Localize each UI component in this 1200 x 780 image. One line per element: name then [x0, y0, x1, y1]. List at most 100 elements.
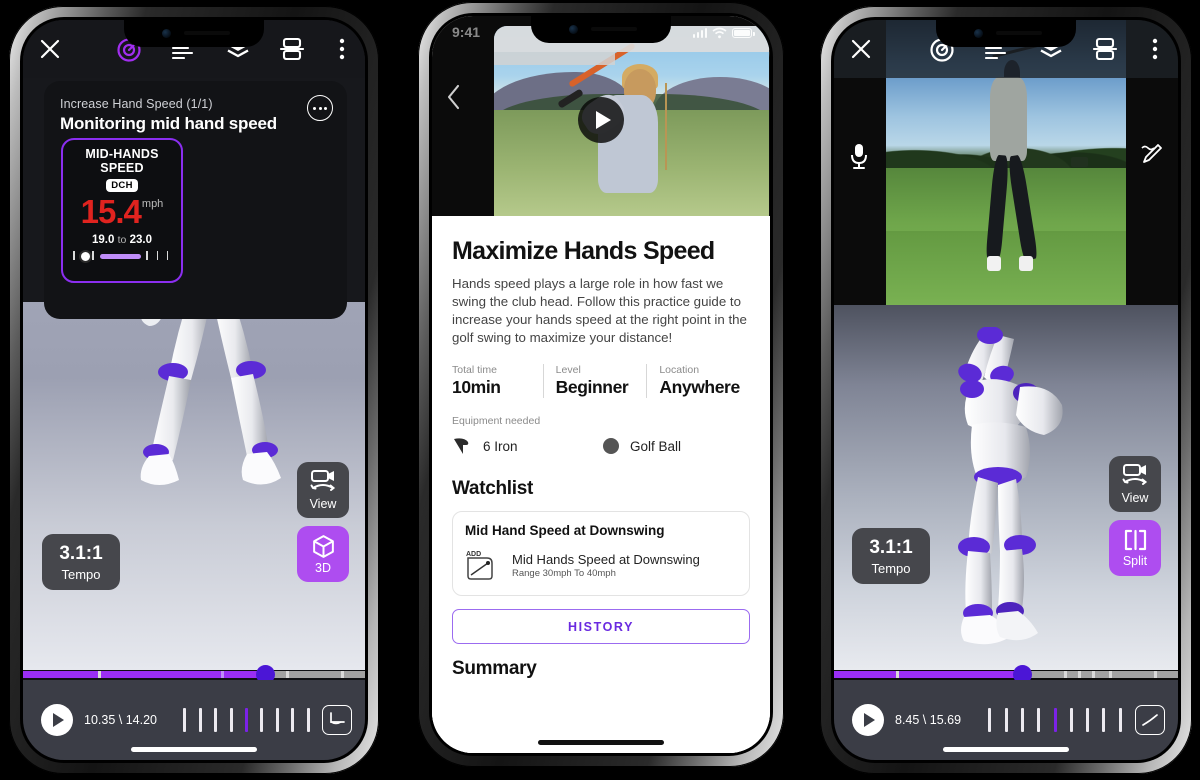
- frame-tick[interactable]: [1102, 708, 1106, 732]
- frame-ticks[interactable]: [171, 708, 322, 732]
- gauge-knob[interactable]: [79, 250, 93, 263]
- close-button[interactable]: [834, 20, 888, 78]
- frame-tick[interactable]: [1069, 708, 1073, 732]
- gauge-label-line1: MID-HANDS: [85, 147, 159, 161]
- watchlist-card[interactable]: Mid Hand Speed at Downswing ADD Mid Hand…: [452, 511, 750, 596]
- play-button[interactable]: [41, 704, 73, 736]
- lesson-detail-sheet: Maximize Hands Speed Hands speed plays a…: [432, 216, 770, 753]
- frame-tick[interactable]: [1086, 708, 1090, 732]
- drill-kicker: Increase Hand Speed (1/1): [60, 97, 213, 111]
- watchlist-heading: Watchlist: [452, 478, 534, 499]
- nested-app-subtoolbar: [494, 52, 615, 65]
- equipment-item-ball: Golf Ball: [601, 436, 750, 456]
- gauge-tick: [73, 251, 75, 260]
- frame-tick[interactable]: [275, 708, 279, 732]
- split-screen-button[interactable]: [1078, 20, 1132, 78]
- scrub-marker: [286, 671, 290, 678]
- frame-tick[interactable]: [198, 708, 202, 732]
- scrub-marker: [1064, 671, 1068, 678]
- view-button[interactable]: View: [1109, 456, 1161, 512]
- phone2-screen: 9:41 Maximize Hands Speed Hands speed pl…: [432, 16, 770, 753]
- mode-split-button[interactable]: Split: [1109, 520, 1161, 576]
- overflow-menu-button[interactable]: [1132, 20, 1178, 78]
- frame-tick[interactable]: [260, 708, 264, 732]
- annotate-button[interactable]: [1140, 142, 1164, 166]
- drill-title: Monitoring mid hand speed: [60, 114, 277, 133]
- club-path-icon: [330, 712, 345, 725]
- split-screen-button[interactable]: [265, 20, 319, 78]
- frame-tick-active[interactable]: [245, 708, 249, 732]
- nested-phone-recording: [494, 26, 769, 216]
- equipment-item-iron: 6 Iron: [452, 436, 601, 456]
- view-button[interactable]: View: [297, 462, 349, 518]
- video-play-button[interactable]: [578, 97, 624, 143]
- gauge-track[interactable]: [71, 250, 173, 263]
- frame-tick-active[interactable]: [1053, 708, 1057, 732]
- gauge-tick: [146, 251, 148, 260]
- frame-tick[interactable]: [291, 708, 295, 732]
- lesson-video-preview[interactable]: 9:41: [432, 16, 770, 216]
- phone1-screen: Increase Hand Speed (1/1) Monitoring mid…: [23, 20, 365, 760]
- phone3-bezel: 3.1:1 Tempo View Split 8.45 \ 15.69: [831, 17, 1181, 763]
- scrub-marker: [221, 671, 225, 678]
- gauge-value: 15.4: [80, 193, 142, 230]
- cube-3d-icon: [312, 534, 334, 558]
- watchlist-item[interactable]: ADD Mid Hands Speed at Downswing Range 3…: [465, 548, 737, 582]
- more-vertical-icon: [339, 38, 345, 60]
- golfer-torso: [990, 76, 1028, 162]
- mode-3d-button[interactable]: 3D: [297, 526, 349, 582]
- status-time: 9:41: [452, 24, 481, 40]
- phone2-notch: [531, 16, 671, 43]
- frame-tick[interactable]: [214, 708, 218, 732]
- timeline-scrubber[interactable]: [834, 665, 1178, 684]
- front-camera-icon: [162, 29, 171, 38]
- lesson-meta-row: Total time 10min Level Beginner Location…: [452, 364, 750, 398]
- swing-plane-button[interactable]: [322, 705, 352, 735]
- frame-tick[interactable]: [1118, 708, 1122, 732]
- frame-tick[interactable]: [988, 708, 992, 732]
- mid-hands-speed-gauge[interactable]: MID-HANDS SPEED DCH 15.4 mph 19.0 to 23.…: [61, 138, 183, 283]
- watchlist-item-range: Range 30mph To 40mph: [512, 567, 616, 579]
- frame-tick[interactable]: [1004, 708, 1008, 732]
- front-camera-icon: [569, 25, 578, 34]
- meta-value: Beginner: [555, 377, 629, 397]
- timeline-scrubber[interactable]: [23, 665, 365, 684]
- range-min: 19.0: [92, 234, 115, 246]
- golfer-shoe-left: [987, 256, 1001, 271]
- frame-ticks[interactable]: [975, 708, 1135, 732]
- voice-note-button[interactable]: [848, 142, 870, 170]
- frame-tick[interactable]: [1037, 708, 1041, 732]
- swing-3d-scene[interactable]: 3.1:1 Tempo View Split: [834, 305, 1178, 670]
- swing-range-icon: ADD: [466, 551, 493, 580]
- watchlist-item-title: Mid Hands Speed at Downswing: [512, 551, 700, 567]
- tempo-label: Tempo: [61, 566, 101, 582]
- swing-3d-scene[interactable]: Increase Hand Speed (1/1) Monitoring mid…: [23, 20, 365, 670]
- swing-plane-button[interactable]: [1135, 705, 1165, 735]
- overflow-menu-button[interactable]: [319, 20, 365, 78]
- dot: [312, 106, 316, 110]
- frame-tick[interactable]: [183, 708, 187, 732]
- golf-ball-icon: [603, 438, 619, 454]
- close-button[interactable]: [23, 20, 77, 78]
- tempo-readout: 3.1:1 Tempo: [42, 534, 120, 590]
- golfer-leg-left: [985, 154, 1010, 261]
- frame-tick[interactable]: [306, 708, 310, 732]
- playback-time: 10.35 \ 14.20: [84, 713, 157, 727]
- lesson-description: Hands speed plays a large role in how fa…: [452, 276, 747, 345]
- scrub-marker: [1092, 671, 1095, 678]
- back-button[interactable]: [446, 84, 461, 110]
- phone1-content: Increase Hand Speed (1/1) Monitoring mid…: [23, 20, 365, 760]
- gauge-label-line2: SPEED: [100, 161, 144, 175]
- history-button[interactable]: HISTORY: [452, 609, 750, 644]
- scrub-marker: [1153, 671, 1157, 678]
- summary-heading: Summary: [452, 658, 537, 679]
- phone1-bezel: Increase Hand Speed (1/1) Monitoring mid…: [20, 17, 368, 763]
- drill-more-button[interactable]: [307, 95, 333, 121]
- close-icon: [40, 39, 60, 59]
- play-button[interactable]: [852, 704, 884, 736]
- frame-tick[interactable]: [1020, 708, 1024, 732]
- golfer-shoe-right: [1018, 256, 1033, 271]
- frame-tick[interactable]: [229, 708, 233, 732]
- meta-total-time: Total time 10min: [452, 364, 543, 398]
- earpiece-speaker: [591, 27, 637, 31]
